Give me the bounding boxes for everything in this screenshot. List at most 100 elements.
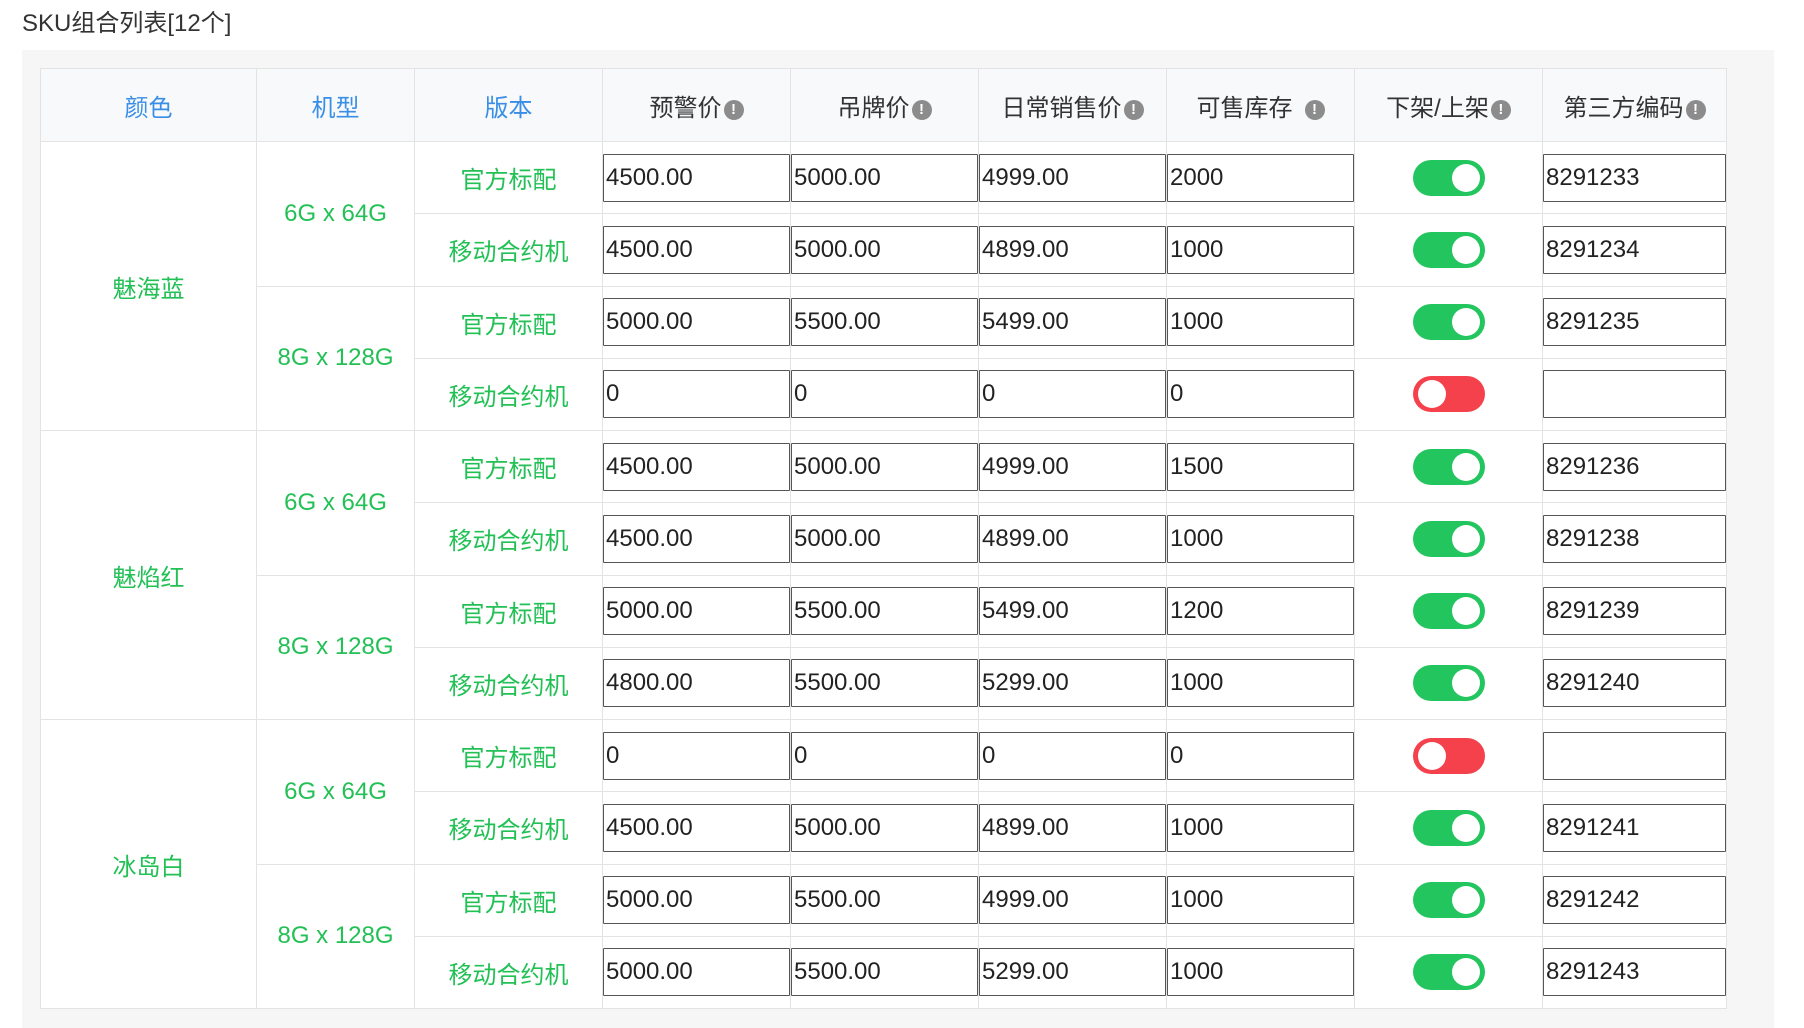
toggle-knob (1451, 597, 1480, 626)
stock-cell (1166, 140, 1355, 215)
stock-input[interactable] (1167, 876, 1354, 925)
warning-price-input[interactable] (603, 948, 790, 997)
shelf-toggle[interactable] (1412, 231, 1485, 268)
info-icon[interactable]: ! (1685, 99, 1706, 120)
warning-price-input[interactable] (603, 514, 790, 563)
header-color[interactable]: 颜色 (40, 68, 257, 142)
warning-price-input[interactable] (603, 587, 790, 636)
third-code-input[interactable] (1543, 876, 1726, 925)
tag-price-input[interactable] (791, 587, 978, 636)
tag-price-input[interactable] (791, 731, 978, 780)
info-icon[interactable]: ! (1304, 99, 1325, 120)
third-code-input[interactable] (1543, 948, 1726, 997)
shelf-toggle[interactable] (1412, 520, 1485, 557)
third-code-input[interactable] (1543, 442, 1726, 491)
stock-input[interactable] (1167, 514, 1354, 563)
daily-price-input[interactable] (979, 731, 1166, 780)
table-row: 8G x 128G 官方标配 (41, 285, 1727, 431)
shelf-toggle[interactable] (1412, 737, 1485, 774)
tag-price-input[interactable] (791, 153, 978, 202)
warning-price-input[interactable] (603, 225, 790, 274)
warning-price-input[interactable] (603, 298, 790, 347)
shelf-toggle[interactable] (1412, 304, 1485, 341)
daily-price-input[interactable] (979, 659, 1166, 708)
info-icon[interactable]: ! (911, 99, 932, 120)
tag-price-input[interactable] (791, 298, 978, 347)
info-icon[interactable]: ! (1490, 99, 1511, 120)
header-model[interactable]: 机型 (256, 68, 415, 142)
shelf-toggle[interactable] (1412, 954, 1485, 991)
stock-input[interactable] (1167, 659, 1354, 708)
header-version[interactable]: 版本 (414, 68, 603, 142)
daily-price-input[interactable] (979, 948, 1166, 997)
tag-price-input[interactable] (791, 225, 978, 274)
tag-price-cell (790, 863, 979, 937)
stock-input[interactable] (1167, 298, 1354, 347)
shelf-toggle[interactable] (1412, 593, 1485, 630)
stock-cell (1166, 502, 1355, 576)
info-icon[interactable]: ! (1123, 99, 1144, 120)
third-code-input[interactable] (1543, 153, 1726, 202)
shelf-cell (1354, 140, 1543, 215)
third-code-input[interactable] (1543, 587, 1726, 636)
header-tag-price: 吊牌价! (790, 68, 979, 142)
stock-input[interactable] (1167, 153, 1354, 202)
shelf-toggle[interactable] (1412, 809, 1485, 846)
third-code-input[interactable] (1543, 298, 1726, 347)
warning-price-cell (602, 213, 791, 287)
daily-price-input[interactable] (979, 587, 1166, 636)
third-code-input[interactable] (1543, 731, 1726, 780)
warning-price-input[interactable] (603, 876, 790, 925)
stock-input[interactable] (1167, 731, 1354, 780)
stock-cell (1166, 718, 1355, 793)
model-cell: 8G x 128G (256, 574, 415, 720)
daily-price-input[interactable] (979, 153, 1166, 202)
daily-price-input[interactable] (979, 514, 1166, 563)
tag-price-cell (790, 357, 979, 432)
third-code-input[interactable] (1543, 225, 1726, 274)
warning-price-input[interactable] (603, 803, 790, 852)
third-code-input[interactable] (1543, 659, 1726, 708)
warning-price-cell (602, 718, 791, 793)
third-code-input[interactable] (1543, 803, 1726, 852)
daily-price-input[interactable] (979, 298, 1166, 347)
stock-input[interactable] (1167, 370, 1354, 419)
warning-price-input[interactable] (603, 153, 790, 202)
shelf-toggle[interactable] (1412, 665, 1485, 702)
shelf-cell (1354, 935, 1543, 1010)
version-cell: 移动合约机 (414, 646, 603, 721)
tag-price-input[interactable] (791, 948, 978, 997)
tag-price-input[interactable] (791, 442, 978, 491)
toggle-knob (1451, 235, 1480, 264)
stock-input[interactable] (1167, 225, 1354, 274)
version-cell: 移动合约机 (414, 791, 603, 865)
daily-price-input[interactable] (979, 225, 1166, 274)
third-code-input[interactable] (1543, 370, 1726, 419)
tag-price-input[interactable] (791, 370, 978, 419)
stock-input[interactable] (1167, 948, 1354, 997)
warning-price-input[interactable] (603, 659, 790, 708)
daily-price-cell (978, 574, 1167, 648)
tag-price-input[interactable] (791, 659, 978, 708)
stock-input[interactable] (1167, 442, 1354, 491)
info-icon[interactable]: ! (723, 99, 744, 120)
warning-price-input[interactable] (603, 370, 790, 419)
tag-price-cell (790, 502, 979, 576)
shelf-toggle[interactable] (1412, 882, 1485, 919)
shelf-toggle[interactable] (1412, 376, 1485, 413)
tag-price-input[interactable] (791, 803, 978, 852)
tag-price-input[interactable] (791, 876, 978, 925)
tag-price-input[interactable] (791, 514, 978, 563)
third-code-input[interactable] (1543, 514, 1726, 563)
daily-price-input[interactable] (979, 370, 1166, 419)
stock-input[interactable] (1167, 803, 1354, 852)
warning-price-input[interactable] (603, 442, 790, 491)
shelf-toggle[interactable] (1412, 159, 1485, 196)
stock-input[interactable] (1167, 587, 1354, 636)
shelf-toggle[interactable] (1412, 448, 1485, 485)
warning-price-input[interactable] (603, 731, 790, 780)
daily-price-input[interactable] (979, 442, 1166, 491)
third-code-cell (1542, 935, 1727, 1010)
daily-price-input[interactable] (979, 876, 1166, 925)
daily-price-input[interactable] (979, 803, 1166, 852)
